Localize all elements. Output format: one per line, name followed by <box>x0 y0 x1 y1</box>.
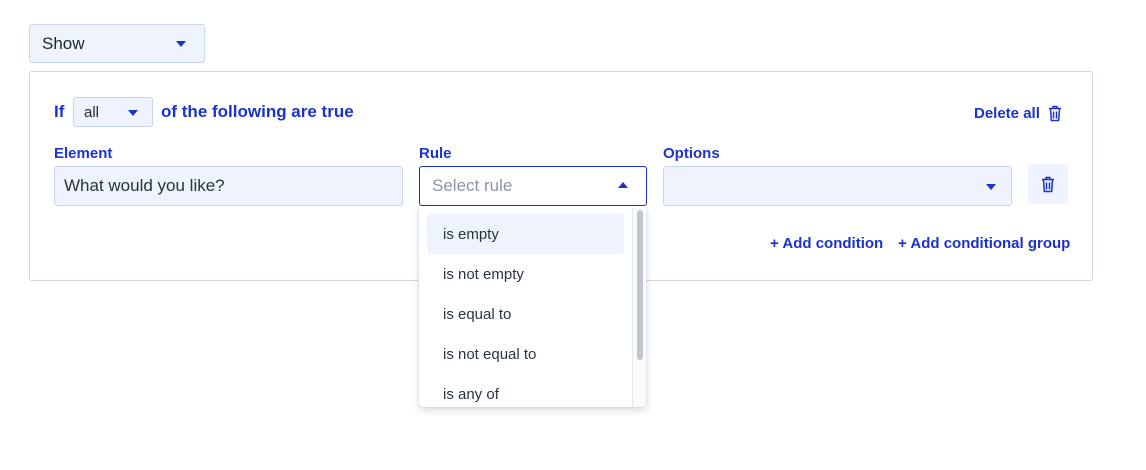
rule-select-placeholder: Select rule <box>432 176 513 195</box>
trash-icon <box>1042 176 1054 192</box>
options-select[interactable] <box>663 166 1012 206</box>
add-conditional-group-button[interactable]: + Add conditional group <box>898 235 1070 252</box>
menu-scrollbar-thumb[interactable] <box>637 210 643 360</box>
rule-option-is-not-equal-to[interactable]: is not equal to <box>427 334 624 374</box>
rule-option-is-equal-to[interactable]: is equal to <box>427 294 624 334</box>
trash-icon <box>1048 105 1061 121</box>
rule-option-is-any-of[interactable]: is any of <box>427 374 624 407</box>
rule-option-is-not-empty[interactable]: is not empty <box>427 254 624 294</box>
visibility-select-value: Show <box>42 33 85 53</box>
element-field[interactable]: What would you like? <box>54 166 403 206</box>
element-field-value: What would you like? <box>64 176 225 195</box>
caret-down-icon <box>176 41 186 47</box>
rule-option-is-empty[interactable]: is empty <box>427 214 624 254</box>
rule-select[interactable]: Select rule <box>419 166 647 206</box>
add-condition-button[interactable]: + Add condition <box>770 235 883 252</box>
delete-all-button[interactable]: Delete all <box>974 102 1062 124</box>
rule-column-label: Rule <box>419 145 452 162</box>
delete-all-label: Delete all <box>974 104 1040 122</box>
if-label: If <box>54 102 65 121</box>
caret-down-icon <box>128 110 138 116</box>
match-type-value: all <box>84 103 100 121</box>
delete-condition-button[interactable] <box>1028 164 1068 204</box>
visibility-select[interactable]: Show <box>29 24 205 63</box>
menu-scrollbar[interactable] <box>632 208 646 407</box>
element-column-label: Element <box>54 145 113 162</box>
options-column-label: Options <box>663 145 720 162</box>
rule-dropdown-menu: is empty is not empty is equal to is not… <box>419 206 646 407</box>
following-label: of the following are true <box>161 102 354 121</box>
caret-up-icon <box>618 182 628 188</box>
match-type-select[interactable]: all <box>73 97 153 127</box>
caret-down-icon <box>986 184 996 190</box>
